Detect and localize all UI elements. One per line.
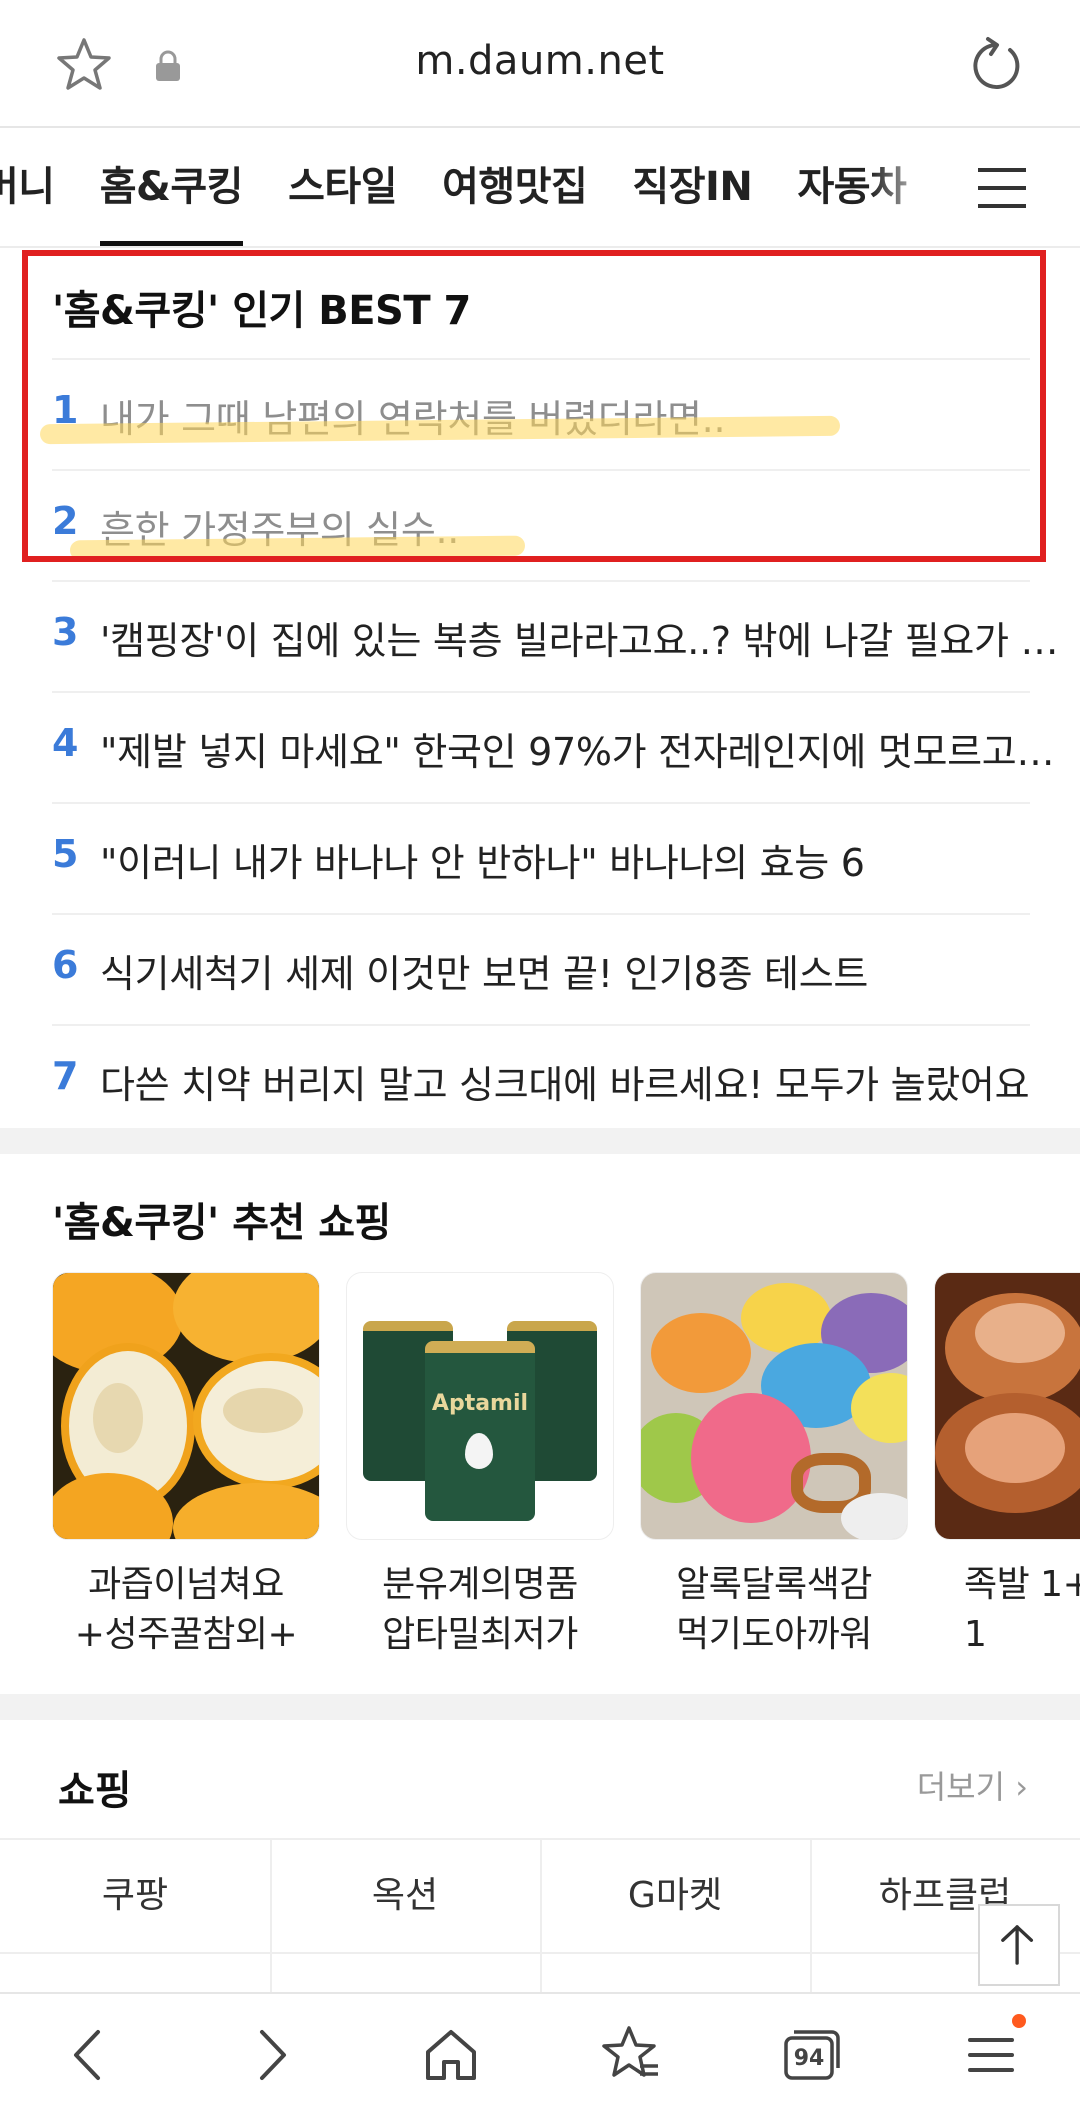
- picks-title: '홈&쿠킹' 추천 쇼핑: [52, 1200, 391, 1246]
- category-tabs: 머니 홈&쿠킹 스타일 여행맛집 직장IN 자동차: [0, 128, 946, 246]
- shopping-section: 쇼핑 더보기 › 쿠팡 옥션 G마켓 하프클럽: [0, 1720, 1080, 2004]
- arrow-up-icon: [1001, 1925, 1034, 1965]
- notification-dot: [1012, 2014, 1026, 2028]
- aptamil-photo[interactable]: Aptamil: [346, 1272, 614, 1540]
- jokbal-photo[interactable]: [934, 1272, 1080, 1540]
- url-text[interactable]: m.daum.net: [0, 38, 1080, 84]
- best-item-3[interactable]: 3 '캠핑장'이 집에 있는 복층 빌라라고요..? 밖에 나갈 필요가 없네요: [52, 580, 1060, 691]
- best-item-4[interactable]: 4 "제발 넣지 마세요" 한국인 97%가 전자레인지에 멋모르고 넣는 것: [52, 691, 1060, 802]
- aptamil-brand-text: Aptamil: [431, 1391, 529, 1416]
- section-divider: [0, 1128, 1080, 1154]
- best-item-text[interactable]: 다쓴 치약 버리지 말고 싱크대에 바르세요! 모두가 놀랐어요: [100, 1054, 1060, 1109]
- macaron-photo[interactable]: [640, 1272, 908, 1540]
- tab-count: 94: [793, 2046, 825, 2071]
- shop-card-aptamil[interactable]: Aptamil 분유계의명품 압타밀최저가: [346, 1272, 614, 1660]
- shop-card-caption[interactable]: 분유계의명품 압타밀최저가: [346, 1560, 614, 1660]
- tabs-button[interactable]: 94: [776, 2020, 846, 2090]
- tab-style[interactable]: 스타일: [288, 128, 397, 246]
- address-bar: m.daum.net: [0, 0, 1080, 128]
- chevron-right-icon: ›: [1015, 1768, 1028, 1806]
- best-item-text[interactable]: "이러니 내가 바나나 안 반하나" 바나나의 효능 6: [100, 832, 1060, 887]
- forward-arrow-icon[interactable]: [236, 2020, 306, 2090]
- annotation-red-box: [22, 250, 1046, 562]
- rank-number: 7: [52, 1054, 79, 1098]
- melon-photo[interactable]: [52, 1272, 320, 1540]
- tab-work-in[interactable]: 직장IN: [632, 128, 752, 246]
- rank-number: 5: [52, 832, 79, 876]
- browser-bottom-bar: 94: [0, 1992, 1080, 2118]
- tab-home-cooking[interactable]: 홈&쿠킹: [99, 128, 244, 246]
- best-item-5[interactable]: 5 "이러니 내가 바나나 안 반하나" 바나나의 효능 6: [52, 802, 1030, 913]
- shopping-links-grid: 쿠팡 옥션 G마켓 하프클럽: [0, 1838, 1080, 2004]
- rank-number: 6: [52, 943, 79, 987]
- bookmarks-icon[interactable]: [596, 2020, 666, 2090]
- tab-money[interactable]: 머니: [0, 128, 55, 246]
- shop-card-caption[interactable]: 과즙이넘쳐요 +성주꿀참외+: [52, 1560, 320, 1660]
- section-divider: [0, 1694, 1080, 1720]
- more-link[interactable]: 더보기 ›: [917, 1762, 1028, 1808]
- shop-link-auction[interactable]: 옥션: [270, 1840, 542, 1952]
- best-item-6[interactable]: 6 식기세척기 세제 이것만 보면 끝! 인기8종 테스트: [52, 913, 1030, 1024]
- shop-card-melon[interactable]: 과즙이넘쳐요 +성주꿀참외+: [52, 1272, 320, 1660]
- back-arrow-icon[interactable]: [54, 2020, 124, 2090]
- tab-travel-food[interactable]: 여행맛집: [442, 128, 588, 246]
- shop-link-coupang[interactable]: 쿠팡: [0, 1840, 272, 1952]
- recommended-shopping: '홈&쿠킹' 추천 쇼핑 과즙이넘쳐요 +성주꿀참외+ Aptamil 분유계의…: [0, 1154, 1080, 1694]
- shopping-title: 쇼핑: [58, 1768, 132, 1814]
- best-item-text[interactable]: '캠핑장'이 집에 있는 복층 빌라라고요..? 밖에 나갈 필요가 없네요: [100, 610, 1060, 665]
- scroll-to-top-button[interactable]: [978, 1904, 1060, 1986]
- tabs-fade: [870, 128, 970, 246]
- best-item-text[interactable]: 식기세척기 세제 이것만 보면 끝! 인기8종 테스트: [100, 943, 1060, 998]
- more-label[interactable]: 더보기: [917, 1768, 1005, 1806]
- best-item-text[interactable]: "제발 넣지 마세요" 한국인 97%가 전자레인지에 멋모르고 넣는 것: [100, 721, 1060, 776]
- shop-card-caption[interactable]: 족발 1+ 1: [934, 1560, 1080, 1660]
- hamburger-menu-icon[interactable]: [966, 158, 1036, 218]
- best-item-7[interactable]: 7 다쓴 치약 버리지 말고 싱크대에 바르세요! 모두가 놀랐어요: [52, 1024, 1030, 1135]
- reload-icon[interactable]: [966, 36, 1026, 96]
- menu-icon[interactable]: [956, 2020, 1026, 2090]
- rank-number: 3: [52, 610, 79, 654]
- shop-card-jokbal[interactable]: 족발 1+ 1: [934, 1272, 1080, 1660]
- shop-card-macaron[interactable]: 알록달록색감 먹기도아까워: [640, 1272, 908, 1660]
- shop-card-caption[interactable]: 알록달록색감 먹기도아까워: [640, 1560, 908, 1660]
- shop-link-gmarket[interactable]: G마켓: [540, 1840, 812, 1952]
- home-icon[interactable]: [416, 2020, 486, 2090]
- category-nav: 머니 홈&쿠킹 스타일 여행맛집 직장IN 자동차: [0, 128, 1080, 248]
- rank-number: 4: [52, 721, 79, 765]
